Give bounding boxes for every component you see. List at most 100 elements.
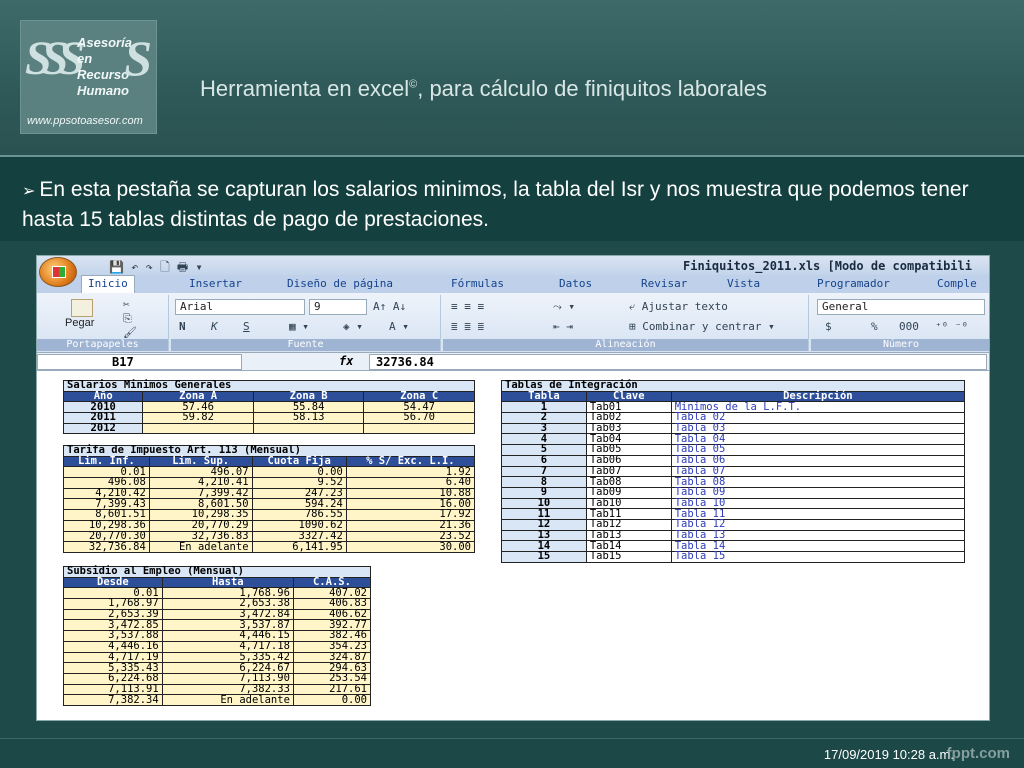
- table-cell[interactable]: [363, 422, 475, 435]
- number-format-select[interactable]: General: [817, 299, 985, 315]
- fill-color-icon[interactable]: ◈ ▾: [343, 319, 363, 335]
- window-title: Finiquitos_2011.xls [Modo de compatibili: [683, 259, 972, 273]
- font-name-select[interactable]: Arial: [175, 299, 305, 315]
- ribbon-tabs: Inicio Insertar Diseño de página Fórmula…: [37, 275, 989, 293]
- table-cell[interactable]: 56.70: [363, 412, 475, 424]
- copyright-mark: ©: [409, 78, 418, 91]
- table-caption: Tablas de Integración: [501, 380, 965, 392]
- table-row: 8 Tab08 Tabla 08: [501, 476, 966, 488]
- align-top-icon[interactable]: ≡ ≡ ≡: [451, 299, 484, 315]
- table-cell[interactable]: 58.13: [252, 412, 365, 424]
- salarios-table: Salarios Minimos Generales Año Zona A Zona …: [62, 380, 475, 435]
- table-cell[interactable]: En adelante: [148, 541, 253, 553]
- formula-input[interactable]: 32736.84: [369, 354, 987, 370]
- worksheet: Salarios Minimos Generales Año Zona A Zona …: [37, 372, 989, 720]
- underline-button[interactable]: S: [243, 319, 250, 335]
- tab-revisar[interactable]: Revisar: [641, 277, 687, 290]
- tab-formulas[interactable]: Fórmulas: [451, 277, 504, 290]
- table-row: 14 Tab14 Tabla 14: [501, 540, 966, 552]
- tab-inicio[interactable]: Inicio: [81, 275, 135, 293]
- table-cell[interactable]: 6,141.95: [251, 541, 347, 553]
- table-row: 13 Tab13 Tabla 13: [501, 529, 966, 542]
- table-cell[interactable]: Tab15: [585, 551, 672, 563]
- italic-button[interactable]: K: [211, 319, 218, 335]
- group-numero: General $ % 000 ⁺⁰ ⁻⁰ Número: [811, 295, 989, 351]
- group-label: Fuente: [171, 339, 440, 351]
- table-row: 2012: [62, 422, 475, 435]
- group-alineacion: ≡ ≡ ≡ ⤳ ▾ ≣ ≣ ≣ ⇤ ⇥ ⤶ Ajustar texto ⊞ Co…: [443, 295, 809, 351]
- bullet-text: ➢ En esta pestaña se capturan los salario…: [22, 178, 969, 231]
- subsidio-table: Subsidio al Empleo (Mensual) Desde Hasta C.…: [63, 566, 372, 706]
- table-cell[interactable]: Tabla 15: [670, 551, 966, 563]
- excel-titlebar: 💾 ↶ ↷ 🗋 🖶 ▾ Finiquitos_2011.xls [Modo de…: [37, 256, 989, 275]
- thousands-button[interactable]: 000: [899, 319, 919, 335]
- bold-button[interactable]: N: [179, 319, 186, 335]
- tab-datos[interactable]: Datos: [559, 277, 592, 290]
- logo-s-right: S: [124, 30, 152, 86]
- office-button[interactable]: [39, 257, 77, 287]
- slide-date: 17/09/2019 10:28 a.m.: [823, 747, 954, 762]
- table-cell[interactable]: 2012: [62, 422, 144, 435]
- table-cell[interactable]: En adelante: [161, 694, 294, 706]
- logo-url: www.ppsotoasesor.com: [27, 115, 143, 127]
- fx-icon[interactable]: fx: [339, 354, 353, 368]
- table-row: 7,382.34 En adelante 0.00: [63, 694, 372, 706]
- arrow-bullet-icon: ➢: [22, 183, 36, 200]
- borders-icon[interactable]: ▦ ▾: [289, 319, 309, 335]
- align-left-icon[interactable]: ≣ ≣ ≣: [451, 319, 484, 335]
- font-size-select[interactable]: 9: [309, 299, 367, 315]
- font-color-icon[interactable]: A ▾: [389, 319, 409, 335]
- table-row: 15 Tab15 Tabla 15: [501, 551, 966, 563]
- slide-footer: 17/09/2019 10:28 a.m. fppt.com: [0, 738, 1024, 768]
- logo-text-3: Recurso: [77, 67, 130, 82]
- formula-bar: B17 fx 32736.84: [37, 353, 989, 371]
- table-row: 32,736.84 En adelante 6,141.95 30.00: [63, 541, 476, 553]
- orientation-icon[interactable]: ⤳ ▾: [553, 299, 575, 315]
- paste-button[interactable]: Pegar: [65, 317, 94, 329]
- logo-text-4: Humano: [77, 83, 129, 98]
- company-logo: SSS Asesoría en Recurso Humano S www.pps…: [20, 20, 157, 134]
- merge-center-button[interactable]: ⊞ Combinar y centrar ▾: [629, 319, 775, 335]
- table-cell[interactable]: 32,736.84: [63, 541, 150, 553]
- percent-button[interactable]: %: [871, 319, 878, 335]
- tab-vista[interactable]: Vista: [727, 277, 760, 290]
- table-cell[interactable]: 15: [501, 551, 587, 563]
- logo-s-mark: SSS: [25, 32, 85, 85]
- wrap-text-button[interactable]: ⤶ Ajustar texto: [629, 299, 728, 315]
- logo-text-2: en: [77, 51, 93, 66]
- tab-insertar[interactable]: Insertar: [189, 277, 242, 290]
- table-row: 12 Tab12 Tabla 12: [501, 518, 966, 531]
- table-row: 2 Tab02 Tabla 02: [501, 412, 966, 424]
- slide-header: SSS Asesoría en Recurso Humano S www.pps…: [0, 0, 1024, 155]
- group-label: Número: [811, 339, 989, 351]
- table-row: 4 Tab04 Tabla 04: [501, 433, 966, 446]
- name-box[interactable]: B17: [37, 354, 242, 370]
- indent-icon[interactable]: ⇤ ⇥: [553, 319, 573, 335]
- decimal-icon[interactable]: ⁺⁰ ⁻⁰: [935, 319, 968, 335]
- table-cell[interactable]: [142, 422, 254, 435]
- group-label: Alineación: [443, 339, 808, 351]
- ribbon: Pegar ✂ ⎘ 🖌 Portapapeles Arial 9 A↑ A↓ N…: [37, 293, 989, 353]
- tab-programador[interactable]: Programador: [817, 277, 890, 290]
- integracion-table: Tablas de Integración Tabla Clave Descripci…: [501, 380, 966, 563]
- table-cell[interactable]: [252, 422, 365, 435]
- tab-complementos[interactable]: Comple: [937, 277, 977, 290]
- group-portapapeles: Pegar ✂ ⎘ 🖌 Portapapeles: [37, 295, 169, 351]
- slide-title: Herramienta en excel©, para cálculo de f…: [200, 76, 767, 101]
- table-row: 10 Tab10 Tabla 10: [501, 497, 966, 510]
- table-cell[interactable]: 59.82: [142, 412, 254, 424]
- group-label: Portapapeles: [37, 339, 168, 351]
- table-row: 11 Tab11 Tabla 11: [501, 508, 966, 520]
- grow-font-icon[interactable]: A↑ A↓: [373, 299, 406, 315]
- table-cell[interactable]: 0.00: [292, 694, 372, 706]
- currency-button[interactable]: $: [825, 319, 832, 335]
- table-cell[interactable]: 7,382.34: [63, 694, 163, 706]
- table-cell[interactable]: 30.00: [345, 541, 476, 553]
- group-fuente: Arial 9 A↑ A↓ N K S ▦ ▾ ◈ ▾ A ▾ Fuente: [171, 295, 441, 351]
- table-row: 2011 59.82 58.13 56.70: [62, 412, 475, 424]
- table-row: 5 Tab05 Tabla 05: [501, 444, 966, 456]
- tarifa-table: Tarifa de Impuesto Art. 113 (Mensual) Lim…: [63, 445, 476, 553]
- table-row: 6 Tab06 Tabla 06: [501, 454, 966, 467]
- watermark: fppt.com: [946, 745, 1010, 762]
- tab-diseno[interactable]: Diseño de página: [287, 277, 393, 290]
